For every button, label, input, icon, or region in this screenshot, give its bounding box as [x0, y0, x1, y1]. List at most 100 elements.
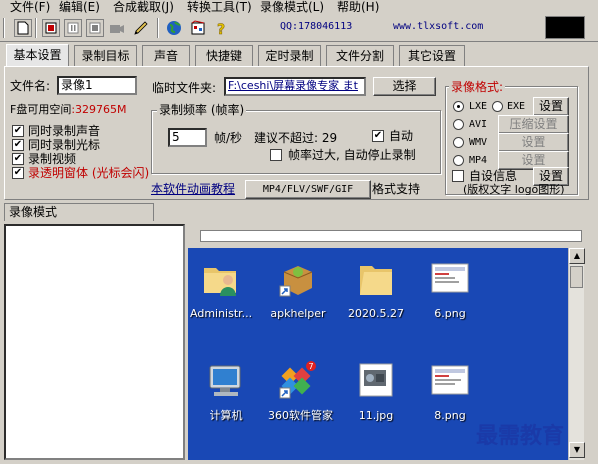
- scroll-up-button[interactable]: ▲: [569, 248, 585, 264]
- auto-fps-checkbox[interactable]: ✔: [372, 130, 384, 142]
- tab-file-split[interactable]: 文件分割: [326, 45, 394, 66]
- custom-info-label: 自设信息: [469, 169, 518, 183]
- format-exe-label: EXE: [507, 101, 526, 112]
- compress-settings-button[interactable]: 压缩设置: [498, 115, 569, 134]
- icon-label: 11.jpg: [358, 409, 394, 422]
- frame-rate-group-title: 录制频率 (帧率): [157, 103, 247, 117]
- icon-label: 6.png: [434, 307, 466, 320]
- folder-icon: [360, 266, 392, 295]
- pause-icon[interactable]: [64, 19, 82, 37]
- tutorial-link[interactable]: 本软件动画教程: [151, 182, 235, 196]
- formats-support-label: 格式支持: [372, 182, 421, 196]
- pencil-icon[interactable]: [132, 19, 150, 37]
- desktop-icon-folder-2020[interactable]: 2020.5.27: [346, 258, 406, 320]
- format-mp4-label: MP4: [469, 155, 488, 166]
- fps-suggestion: 建议不超过: 29: [254, 131, 338, 145]
- format-group-title: 录像格式:: [449, 80, 506, 94]
- formats-button[interactable]: MP4/FLV/SWF/GIF: [245, 180, 371, 199]
- audio-checkbox[interactable]: ✔: [12, 125, 24, 137]
- watermark-text: 最需教育: [476, 423, 565, 449]
- icon-label: 360软件管家: [268, 409, 333, 422]
- fps-unit: 帧/秒: [214, 131, 243, 145]
- qq-contact: QQ:178046113: [280, 21, 353, 32]
- video-checkbox-label: 录制视频: [28, 152, 77, 166]
- video-checkbox[interactable]: ✔: [12, 153, 24, 165]
- computer-icon: [209, 365, 241, 396]
- camera-icon[interactable]: [108, 19, 126, 37]
- image-thumbnail-icon: [431, 263, 469, 293]
- wmv-settings-button[interactable]: 设置: [498, 133, 569, 152]
- free-space-label: F盘可用空间:329765M: [10, 103, 127, 117]
- choose-folder-button[interactable]: 选择: [373, 77, 436, 96]
- desktop-icon-administrator[interactable]: Administr...: [190, 258, 252, 320]
- fps-input[interactable]: 5: [168, 128, 207, 147]
- cursor-checkbox-label: 同时录制光标: [28, 138, 101, 152]
- app-360-icon: 7: [279, 361, 316, 399]
- format-mp4-radio[interactable]: [453, 155, 464, 166]
- tempdir-input[interactable]: F:\ceshi\屏幕录像专家 まt: [224, 77, 366, 96]
- tab-basic-settings[interactable]: 基本设置: [6, 44, 69, 67]
- copyright-note: (版权文字 logo图形): [463, 183, 565, 196]
- image-file-icon: [359, 363, 393, 397]
- auto-fps-label: 自动: [389, 129, 414, 143]
- desktop-icon-360-manager[interactable]: 7 360软件管家: [268, 360, 333, 422]
- menu-help[interactable]: 帮助(H): [337, 0, 379, 14]
- menu-convert[interactable]: 转换工具(T): [187, 0, 252, 14]
- menu-record-mode[interactable]: 录像模式(L): [260, 0, 324, 14]
- icon-label: 8.png: [434, 409, 466, 422]
- scroll-down-button[interactable]: ▼: [569, 442, 585, 458]
- auto-stop-label: 帧率过大, 自动停止录制: [288, 148, 416, 162]
- auto-stop-checkbox[interactable]: [270, 149, 282, 161]
- tab-hotkeys[interactable]: 快捷键: [195, 45, 253, 66]
- desktop-icon-computer[interactable]: 计算机: [196, 360, 256, 422]
- menu-compose[interactable]: 合成截取(J): [113, 0, 174, 14]
- record-icon[interactable]: [42, 19, 60, 37]
- globe-icon[interactable]: [165, 19, 183, 37]
- recording-list-pane[interactable]: [4, 224, 185, 460]
- custom-info-checkbox[interactable]: [452, 170, 464, 182]
- user-folder-icon: [204, 268, 236, 296]
- icon-label: apkhelper: [270, 307, 326, 320]
- format-wmv-radio[interactable]: [453, 137, 464, 148]
- help-icon[interactable]: ?: [212, 19, 230, 37]
- new-file-icon[interactable]: [14, 19, 32, 37]
- preview-scrollbar[interactable]: ▲ ▼: [568, 248, 585, 460]
- format-avi-label: AVI: [469, 119, 488, 130]
- image-thumbnail-icon: [431, 365, 469, 395]
- format-avi-radio[interactable]: [453, 119, 464, 130]
- tab-other-settings[interactable]: 其它设置: [399, 45, 465, 66]
- menu-edit[interactable]: 编辑(E): [59, 0, 100, 14]
- menu-file[interactable]: 文件(F): [10, 0, 50, 14]
- format-wmv-label: WMV: [469, 137, 488, 148]
- svg-text:7: 7: [309, 362, 314, 371]
- film-icon[interactable]: [189, 19, 207, 37]
- svg-text:?: ?: [217, 22, 225, 36]
- scroll-thumb[interactable]: [570, 266, 583, 288]
- format-exe-radio[interactable]: [492, 101, 503, 112]
- tab-sound[interactable]: 声音: [142, 45, 190, 66]
- transparent-checkbox-label: 录透明窗体 (光标会闪): [28, 166, 150, 180]
- transparent-checkbox[interactable]: ✔: [12, 167, 24, 179]
- package-icon: [279, 266, 313, 297]
- desktop-icon-8-png[interactable]: 8.png: [420, 360, 480, 422]
- toolbar-separator: [35, 18, 37, 38]
- cursor-checkbox[interactable]: ✔: [12, 139, 24, 151]
- icon-label: 计算机: [209, 409, 243, 422]
- free-space-caption: F盘可用空间: [10, 103, 72, 116]
- website-link[interactable]: www.tlxsoft.com: [393, 21, 483, 32]
- tab-record-target[interactable]: 录制目标: [74, 45, 137, 66]
- record-mode-tab[interactable]: 录像模式: [4, 203, 154, 221]
- tempdir-label: 临时文件夹:: [152, 81, 217, 95]
- tab-scheduled-record[interactable]: 定时录制: [258, 45, 321, 66]
- format-lxe-radio[interactable]: [453, 101, 464, 112]
- toolbar-separator: [157, 18, 159, 38]
- desktop-icon-11-jpg[interactable]: 11.jpg: [346, 360, 406, 422]
- desktop-icon-apkhelper[interactable]: apkhelper: [268, 258, 328, 320]
- audio-checkbox-label: 同时录制声音: [28, 124, 101, 138]
- filename-input[interactable]: 录像1: [57, 76, 137, 95]
- lxe-settings-button[interactable]: 设置: [533, 97, 569, 116]
- desktop-icon-6-png[interactable]: 6.png: [420, 258, 480, 320]
- stop-icon[interactable]: [86, 19, 104, 37]
- free-space-value: :329765M: [71, 103, 127, 116]
- preview-box: [545, 16, 585, 39]
